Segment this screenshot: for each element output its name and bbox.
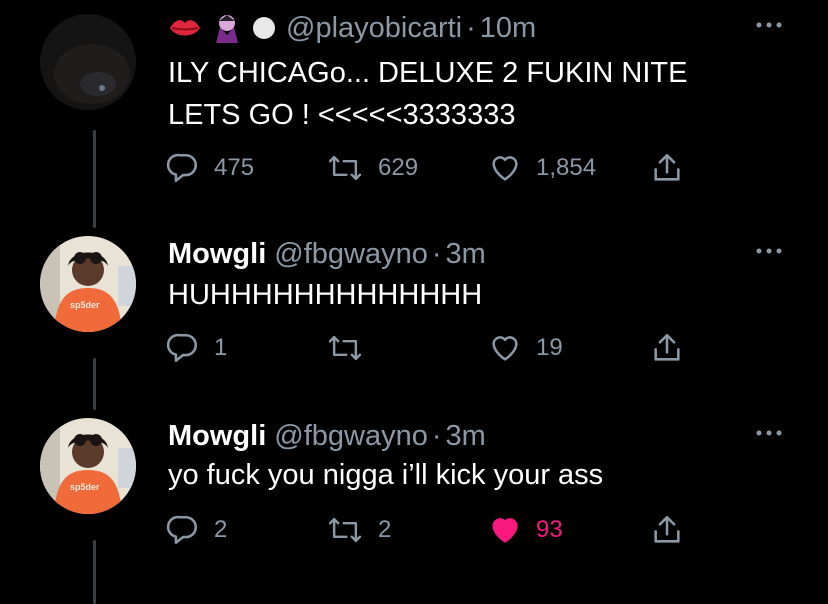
reply-count: 475 xyxy=(214,154,255,181)
more-options-button[interactable] xyxy=(754,10,784,40)
like-button[interactable]: 1,854 xyxy=(488,148,596,188)
tweet-actions: 2 2 93 xyxy=(166,510,686,550)
share-button[interactable] xyxy=(650,328,684,368)
reply-count: 2 xyxy=(214,516,228,543)
tweet-text: HUHHHHHHHHHHHHH xyxy=(168,279,483,311)
reply-count: 1 xyxy=(214,334,228,361)
reply-button[interactable]: 475 xyxy=(166,148,254,188)
reply-button[interactable]: 1 xyxy=(166,328,227,368)
tweet-text: yo fuck you nigga i’ll kick your ass xyxy=(168,459,604,491)
retweet-count: 629 xyxy=(378,154,419,181)
more-options-button[interactable] xyxy=(754,236,784,266)
separator: · xyxy=(466,11,476,44)
vampire-emoji-icon xyxy=(216,15,238,43)
more-icon xyxy=(756,22,782,28)
user-handle[interactable]: @fbgwayno xyxy=(274,238,428,271)
tweet-text: ILY CHICAGo... DELUXE 2 FUKIN NITE LETS … xyxy=(168,57,688,131)
reply-icon xyxy=(166,515,198,545)
more-options-button[interactable] xyxy=(754,418,784,448)
like-icon xyxy=(492,156,518,181)
share-icon xyxy=(654,153,680,181)
retweet-icon xyxy=(328,155,362,181)
tweet-actions: 475 629 1,854 xyxy=(166,148,686,188)
tweet[interactable]: sp5der Mowgli @fbgwayno · 3m HUHHHHHHHHH… xyxy=(0,232,828,412)
share-icon xyxy=(654,515,680,543)
thread-line xyxy=(93,540,96,604)
avatar[interactable]: sp5der xyxy=(40,418,136,514)
reply-icon xyxy=(166,153,198,183)
like-count: 19 xyxy=(536,334,563,361)
timestamp[interactable]: 10m xyxy=(480,12,536,45)
like-count: 1,854 xyxy=(536,154,597,181)
svg-text:sp5der: sp5der xyxy=(70,300,100,310)
retweet-button[interactable] xyxy=(326,328,378,368)
share-icon xyxy=(654,333,680,361)
separator: · xyxy=(431,237,442,270)
tweet[interactable]: sp5der Mowgli @fbgwayno · 3m yo fuck you… xyxy=(0,414,828,604)
profile-emoji-badges xyxy=(168,13,276,43)
more-icon xyxy=(756,430,782,436)
thread-line xyxy=(93,358,96,410)
like-filled-icon xyxy=(492,518,518,543)
user-handle[interactable]: @playobicarti xyxy=(286,12,462,45)
reply-button[interactable]: 2 xyxy=(166,510,227,550)
share-button[interactable] xyxy=(650,510,684,550)
retweet-button[interactable]: 2 xyxy=(326,510,391,550)
timestamp[interactable]: 3m xyxy=(446,420,486,453)
tweet-header: @playobicarti · 10m xyxy=(168,8,536,48)
display-name[interactable]: Mowgli xyxy=(168,238,266,271)
lips-emoji-icon xyxy=(170,20,200,36)
retweet-button[interactable]: 629 xyxy=(326,148,418,188)
like-button[interactable]: 93 xyxy=(488,510,563,550)
thread-line xyxy=(93,130,96,228)
tweet-actions: 1 19 xyxy=(166,328,686,368)
display-name[interactable]: Mowgli xyxy=(168,420,266,453)
white-circle-emoji-icon xyxy=(253,17,275,39)
share-button[interactable] xyxy=(650,148,684,188)
tweet[interactable]: @playobicarti · 10m ILY CHICAGo... DELUX… xyxy=(0,0,828,230)
tweet-header: Mowgli @fbgwayno · 3m xyxy=(168,416,486,456)
svg-text:sp5der: sp5der xyxy=(70,482,100,492)
user-handle[interactable]: @fbgwayno xyxy=(274,420,428,453)
avatar[interactable]: sp5der xyxy=(40,236,136,332)
retweet-count: 2 xyxy=(378,516,392,543)
retweet-icon xyxy=(328,335,362,361)
avatar[interactable] xyxy=(40,14,136,110)
tweet-header: Mowgli @fbgwayno · 3m xyxy=(168,234,486,274)
separator: · xyxy=(431,419,442,452)
like-icon xyxy=(492,336,518,361)
retweet-icon xyxy=(328,517,362,543)
like-count: 93 xyxy=(536,516,563,543)
more-icon xyxy=(756,248,782,254)
like-button[interactable]: 19 xyxy=(488,328,563,368)
reply-icon xyxy=(166,333,198,363)
timestamp[interactable]: 3m xyxy=(446,238,486,271)
